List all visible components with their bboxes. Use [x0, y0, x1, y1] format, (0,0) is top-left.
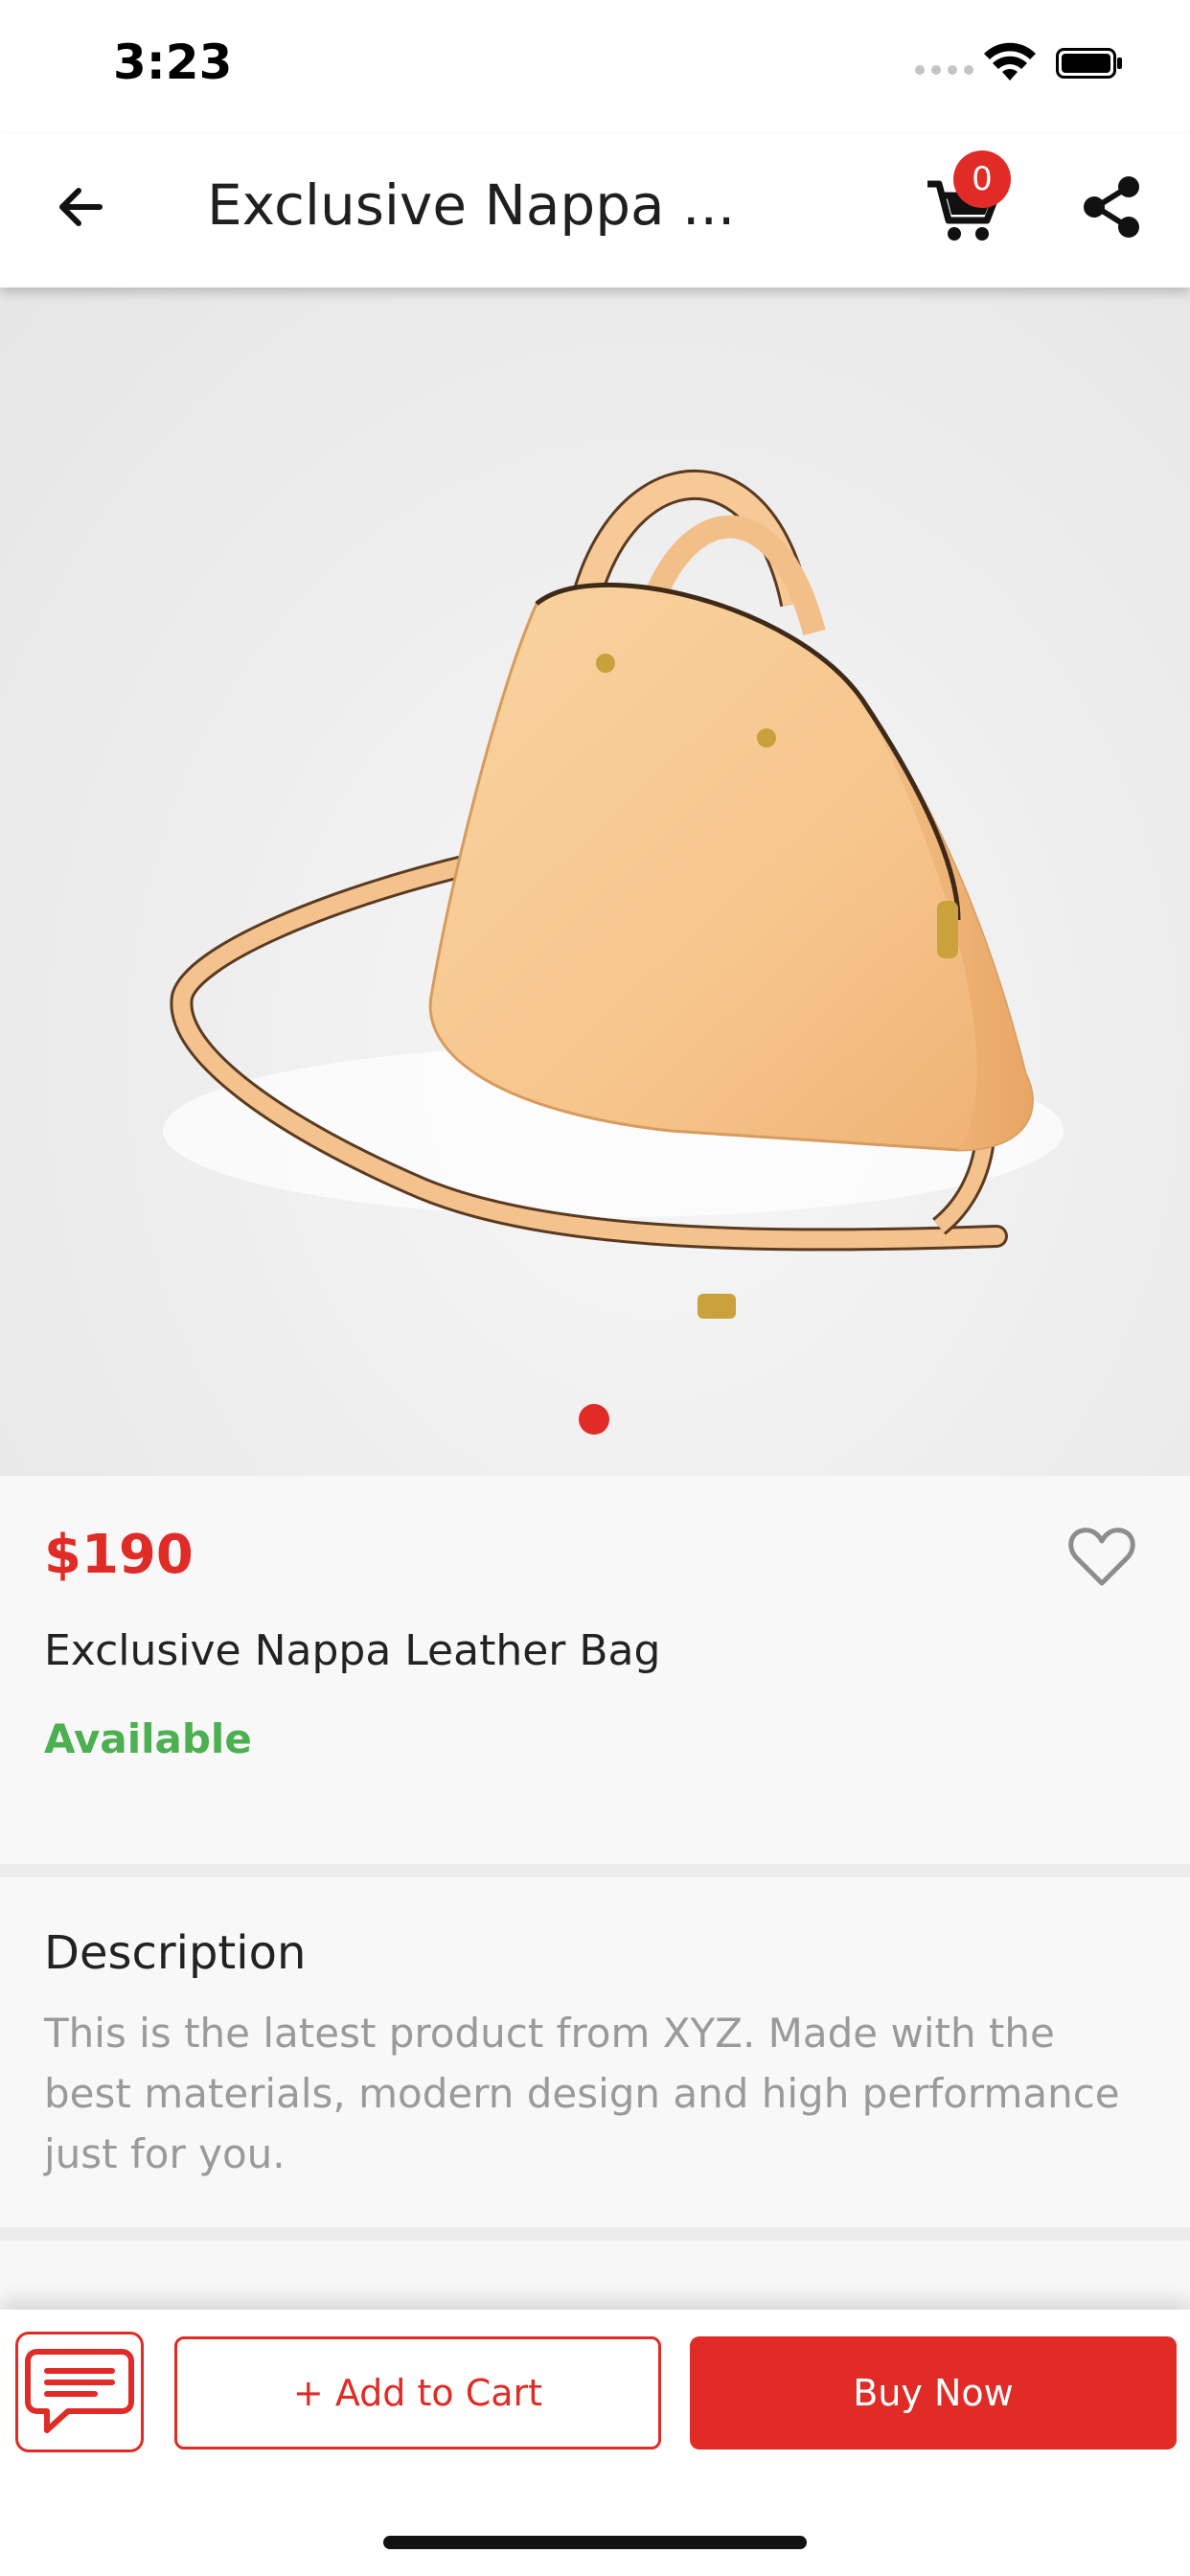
battery-icon: [1056, 48, 1122, 79]
carousel-indicator-active[interactable]: [579, 1404, 609, 1435]
product-image-carousel[interactable]: [0, 288, 1190, 1476]
signal-icon: [915, 65, 973, 75]
heart-icon[interactable]: [1067, 1526, 1136, 1589]
product-price: $190: [44, 1524, 194, 1586]
section-divider: [0, 2227, 1190, 2241]
share-icon[interactable]: [1077, 172, 1146, 242]
status-time: 3:23: [113, 34, 233, 90]
availability-status: Available: [44, 1715, 252, 1762]
chat-button[interactable]: [15, 2332, 144, 2452]
cart-count-badge: 0: [953, 150, 1011, 208]
page-title: Exclusive Nappa ...: [207, 172, 736, 238]
add-to-cart-button[interactable]: + Add to Cart: [174, 2336, 661, 2450]
back-button[interactable]: [46, 172, 115, 242]
chat-icon: [25, 2349, 134, 2433]
product-name: Exclusive Nappa Leather Bag: [44, 1626, 661, 1675]
section-divider: [0, 1864, 1190, 1877]
description-title: Description: [44, 1926, 307, 1980]
home-indicator[interactable]: [383, 2536, 807, 2549]
buy-now-button[interactable]: Buy Now: [690, 2336, 1177, 2450]
description-text: This is the latest product from XYZ. Mad…: [44, 2010, 1120, 2177]
product-image: [163, 469, 1064, 1319]
wifi-icon: [984, 42, 1036, 80]
